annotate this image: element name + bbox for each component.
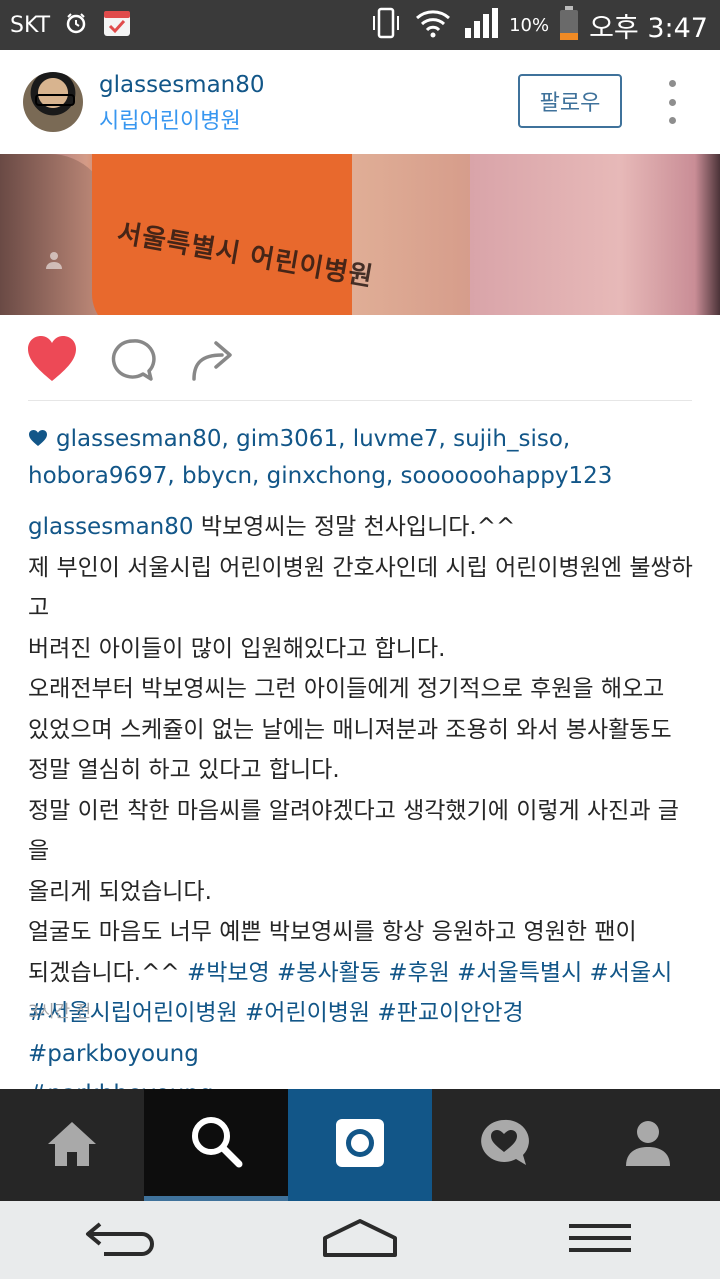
home-button[interactable] <box>320 1215 400 1265</box>
photo-arm-right <box>352 154 482 315</box>
post-location[interactable]: 시립어린이병원 <box>99 103 241 135</box>
caption-line: 정말 이런 착한 마음씨를 알려야겠다고 생각했기에 이렇게 사진과 글을 <box>28 797 679 865</box>
caption-line: 오래전부터 박보영씨는 그런 아이들에게 정기적으로 후원을 해오고 <box>28 676 665 702</box>
wifi-icon <box>413 6 453 44</box>
like-heart-icon[interactable] <box>26 335 78 383</box>
follow-button[interactable]: 팔로우 <box>518 74 622 128</box>
camera-icon <box>333 1116 387 1174</box>
tab-home[interactable] <box>0 1089 144 1201</box>
calendar-check-icon <box>102 8 132 42</box>
search-icon <box>189 1114 243 1172</box>
caption-username[interactable]: glassesman80 <box>28 514 194 540</box>
share-arrow-icon[interactable] <box>190 335 236 383</box>
battery-icon <box>559 5 579 45</box>
menu-button[interactable] <box>560 1215 640 1265</box>
post-actions <box>0 315 720 403</box>
likes-heart-icon <box>28 422 48 446</box>
post-header: glassesman80 시립어린이병원 팔로우 <box>0 50 720 154</box>
avatar[interactable] <box>23 72 83 132</box>
post-username[interactable]: glassesman80 <box>99 72 265 98</box>
home-outline-icon <box>321 1218 399 1262</box>
likes-list[interactable]: glassesman80, gim3061, luvme7, sujih_sis… <box>28 421 698 495</box>
android-nav-bar <box>0 1201 720 1279</box>
caption-line: 있었으며 스케쥴이 없는 날에는 매니져분과 조용히 와서 봉사활동도 <box>28 716 672 743</box>
carrier-label: SKT <box>10 12 51 38</box>
tab-profile[interactable] <box>576 1089 720 1201</box>
hashtag-line[interactable]: #박보영 #봉사활동 #후원 #서울특별시 #서울시 <box>187 960 672 986</box>
tab-camera[interactable] <box>288 1089 432 1201</box>
likes-usernames[interactable]: glassesman80, gim3061, luvme7, sujih_sis… <box>28 426 612 489</box>
clock-time: 오후 3:47 <box>589 12 708 44</box>
back-button[interactable] <box>80 1215 160 1265</box>
post-timestamp: 3시간 전 <box>28 1002 92 1022</box>
actions-divider <box>28 400 692 401</box>
heart-bubble-icon <box>477 1116 531 1174</box>
more-options-icon[interactable] <box>660 80 684 124</box>
caption-line: 제 부인이 서울시립 어린이병원 간호사인데 시립 어린이병원엔 불쌍하고 <box>28 554 693 622</box>
vibrate-icon <box>369 6 403 44</box>
caption-line: 정말 열심히 하고 있다고 합니다. <box>28 757 340 783</box>
caption-line: 박보영씨는 정말 천사입니다.^^ <box>193 514 516 540</box>
caption-line: 올리게 되었습니다. <box>28 878 212 905</box>
caption-line: 버려진 아이들이 많이 입원해있다고 합니다. <box>28 635 446 662</box>
photo-pink-shirt <box>470 154 720 315</box>
signal-icon <box>463 6 499 44</box>
menu-lines-icon <box>567 1221 633 1259</box>
tab-activity[interactable] <box>432 1089 576 1201</box>
tab-search[interactable] <box>144 1089 288 1201</box>
battery-percent: 10% <box>509 14 550 36</box>
post-caption: glassesman80 박보영씨는 정말 천사입니다.^^ 제 부인이 서울시… <box>28 507 696 1115</box>
home-icon <box>44 1118 100 1172</box>
bottom-tab-bar <box>0 1089 720 1201</box>
hashtag-line[interactable]: #서울시립어린이병원 #어린이병원 #판교이안안경 #parkboyoung <box>28 1000 531 1067</box>
back-arrow-icon <box>84 1218 156 1262</box>
alarm-icon <box>64 11 88 39</box>
status-bar: SKT 10% 오후 3:47 <box>0 0 720 50</box>
comment-icon[interactable] <box>110 337 156 383</box>
person-icon <box>623 1118 673 1172</box>
caption-line: 되겠습니다.^^ <box>28 959 187 986</box>
caption-line: 얼굴도 마음도 너무 예쁜 박보영씨를 항상 응원하고 영원한 팬이 <box>28 919 637 945</box>
tagged-user-icon[interactable] <box>44 250 64 270</box>
post-photo[interactable]: 서울특별시 어린이병원 <box>0 154 720 315</box>
